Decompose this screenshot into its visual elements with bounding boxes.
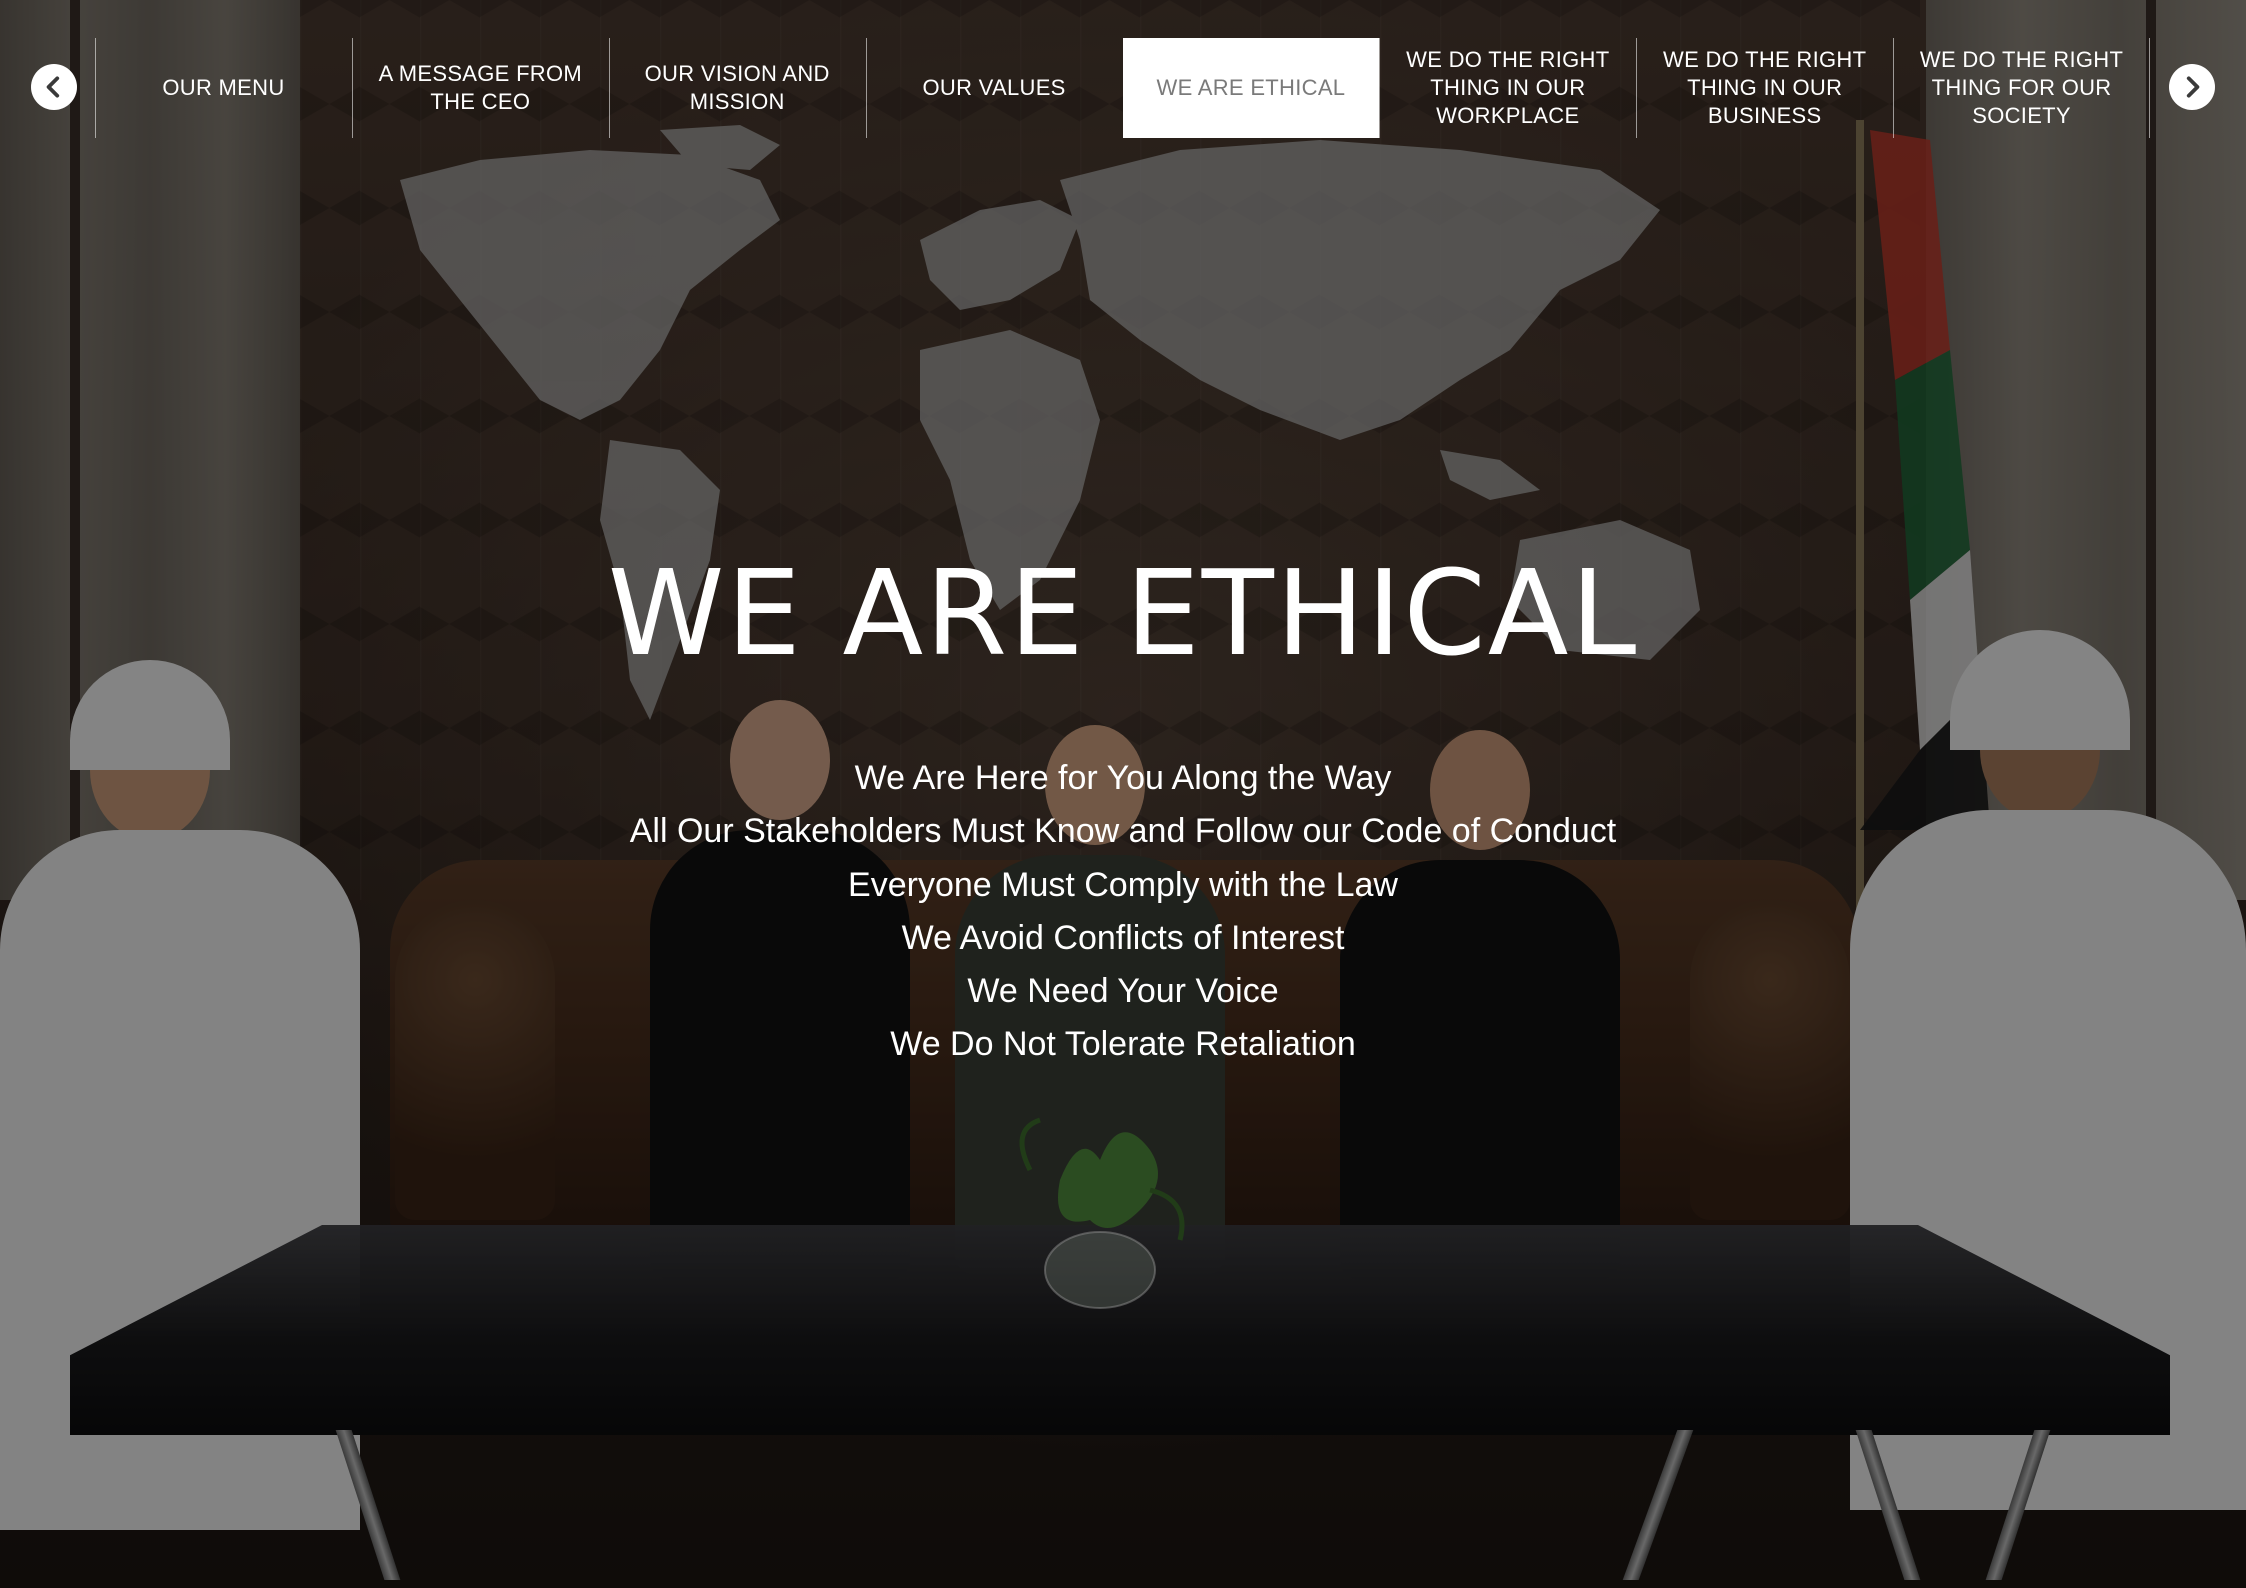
chevron-right-icon (2186, 76, 2200, 98)
topic-your-voice[interactable]: We Need Your Voice (0, 965, 2246, 1018)
prev-button[interactable] (31, 64, 77, 110)
tab-right-thing-business[interactable]: WE DO THE RIGHT THING IN OUR BUSINESS (1636, 38, 1893, 138)
page: OUR MENU A MESSAGE FROM THE CEO OUR VISI… (0, 0, 2246, 1588)
topic-comply-with-law[interactable]: Everyone Must Comply with the Law (0, 859, 2246, 912)
topic-here-for-you[interactable]: We Are Here for You Along the Way (0, 752, 2246, 805)
next-button[interactable] (2169, 64, 2215, 110)
ethics-topics-list: We Are Here for You Along the Way All Ou… (0, 752, 2246, 1072)
nav-tabs: OUR MENU A MESSAGE FROM THE CEO OUR VISI… (95, 38, 2150, 138)
tab-our-values[interactable]: OUR VALUES (865, 38, 1123, 138)
section-nav: OUR MENU A MESSAGE FROM THE CEO OUR VISI… (0, 38, 2246, 138)
chevron-left-icon (46, 76, 60, 98)
topic-conflicts-of-interest[interactable]: We Avoid Conflicts of Interest (0, 912, 2246, 965)
tab-message-from-ceo[interactable]: A MESSAGE FROM THE CEO (351, 38, 609, 138)
page-title: WE ARE ETHICAL (607, 544, 1639, 682)
tab-we-are-ethical[interactable]: WE ARE ETHICAL (1122, 38, 1380, 138)
tab-right-thing-workplace[interactable]: WE DO THE RIGHT THING IN OUR WORKPLACE (1379, 38, 1636, 138)
tab-our-menu[interactable]: OUR MENU (95, 38, 352, 138)
tab-vision-and-mission[interactable]: OUR VISION AND MISSION (608, 38, 866, 138)
tab-right-thing-society[interactable]: WE DO THE RIGHT THING FOR OUR SOCIETY (1893, 38, 2150, 138)
topic-follow-code-of-conduct[interactable]: All Our Stakeholders Must Know and Follo… (0, 805, 2246, 858)
topic-no-retaliation[interactable]: We Do Not Tolerate Retaliation (0, 1018, 2246, 1071)
